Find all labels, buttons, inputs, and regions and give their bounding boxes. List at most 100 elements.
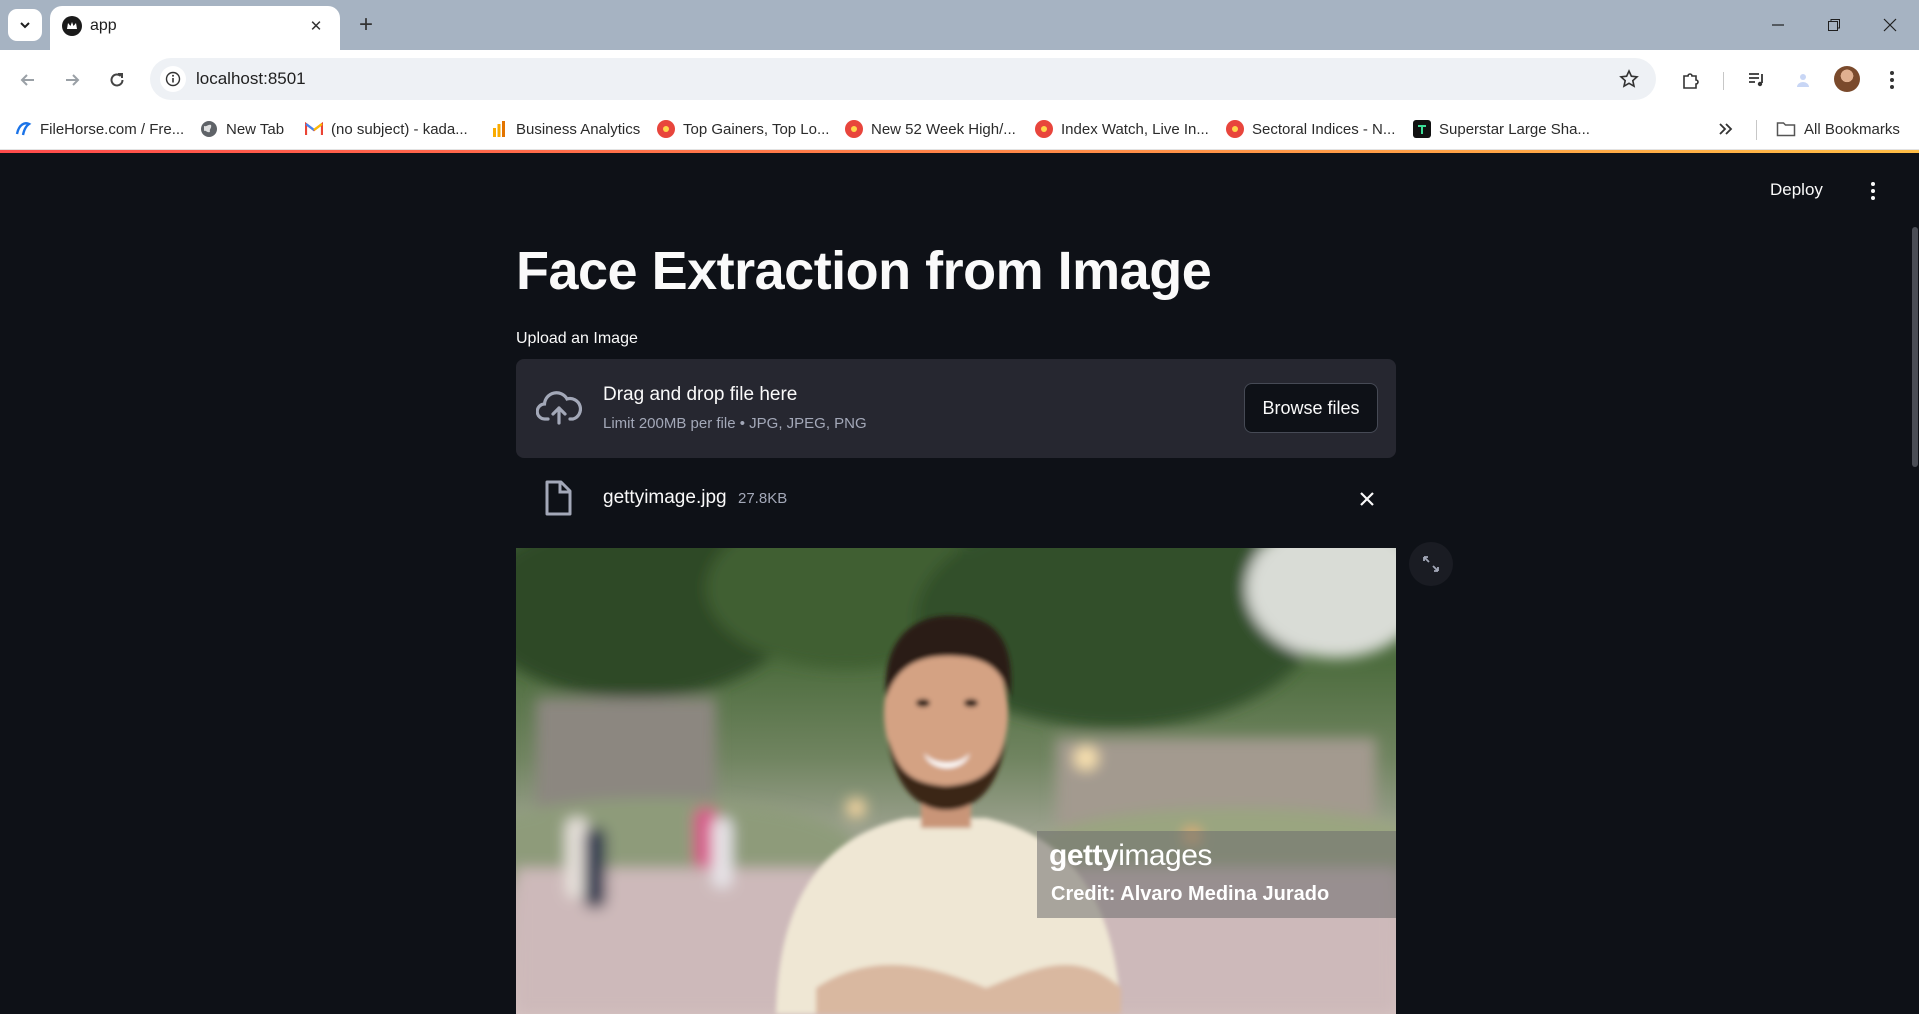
page-title: Face Extraction from Image: [516, 241, 1212, 301]
browser-toolbar: localhost:8501: [0, 50, 1919, 108]
star-icon: [1619, 69, 1639, 88]
photo-scene: [516, 548, 1396, 1014]
bookmark-star-button[interactable]: [1616, 66, 1642, 92]
more-bookmarks-button[interactable]: [1718, 117, 1734, 141]
tab-title: app: [90, 17, 117, 34]
main-menu-button[interactable]: [1860, 178, 1886, 204]
browser-menu-button[interactable]: [1878, 66, 1906, 94]
uploaded-image: gettyimages Credit: Alvaro Medina Jurado: [516, 548, 1396, 1014]
file-name: gettyimage.jpg: [603, 487, 727, 508]
address-bar[interactable]: localhost:8501: [150, 58, 1656, 100]
header-decoration: [0, 150, 1919, 153]
app-container: Deploy Face Extraction from Image Upload…: [0, 150, 1919, 1014]
folder-icon: [1776, 122, 1796, 137]
person-icon: [1797, 74, 1809, 87]
chevron-down-icon: [20, 22, 30, 29]
all-bookmarks-label: All Bookmarks: [1804, 120, 1900, 138]
restore-button[interactable]: [1806, 0, 1862, 50]
getty-watermark: gettyimages Credit: Alvaro Medina Jurado: [1037, 831, 1396, 918]
close-icon: ✕: [309, 18, 323, 35]
moneycontrol-icon: [1226, 120, 1244, 138]
watermark-brand: gettyimages: [1049, 839, 1212, 873]
uploaded-file: gettyimage.jpg 27.8KB: [516, 470, 1396, 528]
remove-file-button[interactable]: [1352, 484, 1382, 514]
moneycontrol-icon: [657, 120, 675, 138]
all-bookmarks-button[interactable]: All Bookmarks: [1776, 117, 1900, 141]
scrollbar[interactable]: [1912, 227, 1918, 467]
filehorse-icon: [14, 120, 32, 138]
bookmark-label: Top Gainers, Top Lo...: [683, 120, 830, 138]
reload-button[interactable]: [101, 64, 133, 96]
bookmarks-divider: [1756, 120, 1757, 140]
bookmark-item[interactable]: Top Gainers, Top Lo...: [657, 117, 829, 141]
media-controls-button[interactable]: [1743, 66, 1771, 94]
reload-icon: [110, 73, 124, 87]
arrow-right-icon: [66, 74, 80, 86]
browser-tab[interactable]: app ✕: [50, 6, 340, 50]
watermark-brand-regular: images: [1118, 839, 1212, 872]
back-button[interactable]: [12, 64, 44, 96]
bookmark-item[interactable]: New 52 Week High/...: [845, 117, 1016, 141]
url-text: localhost:8501: [196, 69, 306, 88]
trendlyne-icon: [1413, 120, 1431, 138]
tune-icon: [165, 71, 181, 87]
close-window-button[interactable]: [1862, 0, 1918, 50]
watermark-brand-bold: getty: [1049, 839, 1119, 872]
bookmark-label: Business Analytics: [516, 120, 641, 138]
watermark-credit: Credit: Alvaro Medina Jurado: [1051, 883, 1330, 905]
gmail-icon: [305, 120, 323, 138]
minimize-icon: [1772, 24, 1784, 26]
browse-files-button[interactable]: Browse files: [1244, 383, 1378, 433]
more-vertical-icon: [1871, 182, 1875, 200]
bookmark-label: Sectoral Indices - N...: [1252, 120, 1396, 138]
moneycontrol-icon: [1035, 120, 1053, 138]
tab-search-button[interactable]: [8, 9, 42, 41]
site-info-button[interactable]: [160, 66, 186, 92]
file-dropzone[interactable]: Drag and drop file here Limit 200MB per …: [516, 359, 1396, 458]
extensions-button[interactable]: [1677, 66, 1705, 94]
tab-close-button[interactable]: ✕: [304, 14, 328, 38]
chevron-double-right-icon: [1719, 123, 1733, 135]
bookmark-label: Index Watch, Live In...: [1061, 120, 1209, 138]
bookmark-label: New 52 Week High/...: [871, 120, 1016, 138]
fullscreen-button[interactable]: [1409, 542, 1453, 586]
bookmark-item[interactable]: Superstar Large Sha...: [1413, 117, 1590, 141]
bookmark-item[interactable]: New Tab: [200, 117, 284, 141]
moneycontrol-icon: [845, 120, 863, 138]
bookmark-label: Superstar Large Sha...: [1439, 120, 1590, 138]
bookmark-label: (no subject) - kada...: [331, 120, 468, 138]
profile-avatar[interactable]: [1834, 66, 1860, 92]
bookmarks-bar: FileHorse.com / Fre... New Tab (no subje…: [0, 108, 1919, 150]
bookmark-item[interactable]: FileHorse.com / Fre...: [14, 117, 184, 141]
cloud-upload-icon: [536, 391, 582, 425]
toolbar-divider: [1723, 72, 1724, 90]
more-vertical-icon: [1890, 71, 1894, 89]
file-size: 27.8KB: [738, 490, 788, 507]
deploy-button[interactable]: Deploy: [1770, 180, 1823, 200]
bookmark-label: FileHorse.com / Fre...: [40, 120, 185, 138]
plus-icon: +: [358, 11, 373, 38]
tab-strip: app ✕ +: [0, 0, 1919, 50]
minimize-button[interactable]: [1750, 0, 1806, 50]
bookmark-item[interactable]: Index Watch, Live In...: [1035, 117, 1209, 141]
expand-icon: [1423, 556, 1439, 572]
close-icon: [1883, 18, 1897, 32]
streamlit-crown-icon: [62, 16, 82, 36]
forward-button[interactable]: [56, 64, 88, 96]
close-icon: [1360, 492, 1374, 506]
dropzone-limit: Limit 200MB per file • JPG, JPEG, PNG: [603, 415, 867, 432]
uploader-label: Upload an Image: [516, 330, 638, 347]
bookmark-item[interactable]: (no subject) - kada...: [305, 117, 468, 141]
account-extension-button[interactable]: [1789, 66, 1817, 94]
bookmark-item[interactable]: Sectoral Indices - N...: [1226, 117, 1395, 141]
globe-icon: [200, 120, 218, 138]
file-icon: [545, 480, 572, 516]
arrow-left-icon: [20, 74, 34, 86]
bookmark-label: New Tab: [226, 120, 285, 138]
bookmark-item[interactable]: Business Analytics: [490, 117, 640, 141]
new-tab-button[interactable]: +: [352, 11, 380, 39]
restore-icon: [1828, 19, 1840, 31]
puzzle-icon: [1683, 73, 1699, 89]
queue-music-icon: [1749, 73, 1763, 87]
dropzone-instructions: Drag and drop file here: [603, 384, 798, 405]
